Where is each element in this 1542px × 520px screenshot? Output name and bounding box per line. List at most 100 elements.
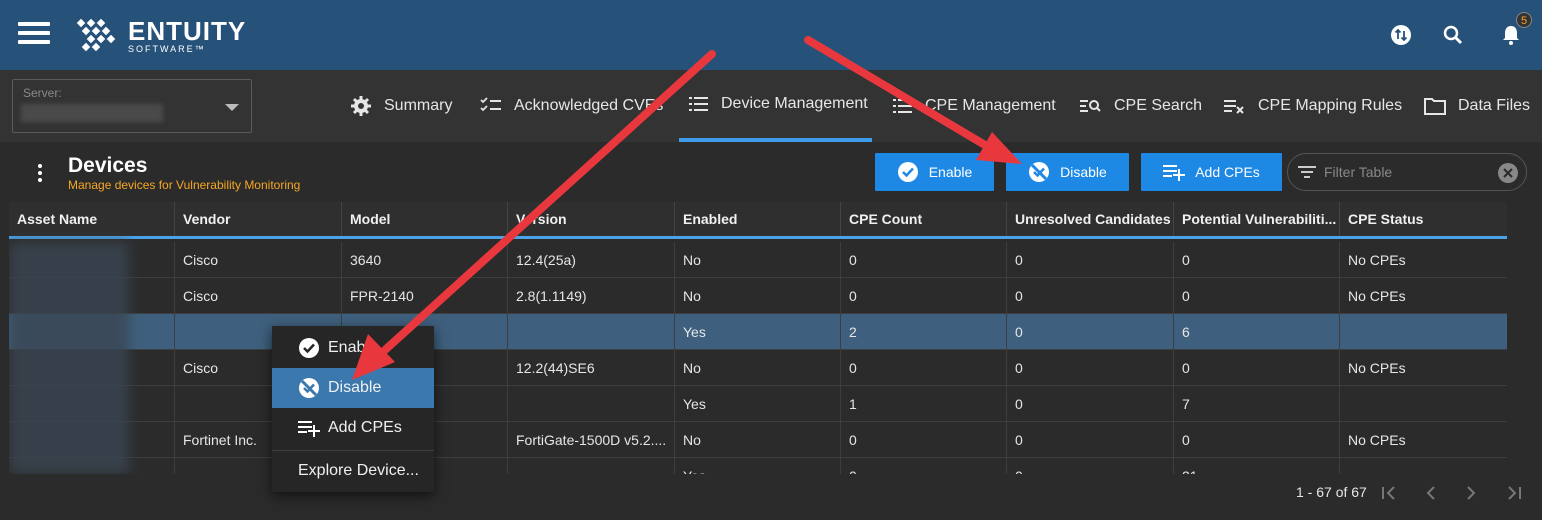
table-header: Asset Name Vendor Model Version Enabled … <box>9 202 1507 239</box>
table-cell: 7 <box>1174 386 1340 422</box>
table-row[interactable]: Fortinet Inc. FortiGate-1500D v5.2.... No 0… <box>9 422 1507 458</box>
filter-input[interactable] <box>1324 164 1494 180</box>
folder-icon <box>1424 98 1446 115</box>
tab-device-management[interactable]: Device Management <box>679 70 872 142</box>
page: ENTUITY SOFTWARE™ 5 Server: Summary Ackn… <box>0 0 1542 520</box>
chevron-down-icon <box>225 104 239 111</box>
next-page-icon[interactable] <box>1462 484 1480 502</box>
tab-cpe-mapping-rules[interactable]: CPE Mapping Rules <box>1224 70 1402 142</box>
table-cell: No CPEs <box>1348 252 1406 268</box>
list-icon <box>689 97 708 111</box>
disable-button[interactable]: Disable <box>1006 153 1129 191</box>
table-cell: 0 <box>841 350 1007 386</box>
column-header-model[interactable]: Model <box>342 202 508 236</box>
table-cell: 12.4(25a) <box>508 242 675 278</box>
tab-acknowledged-cves[interactable]: Acknowledged CVEs <box>480 70 663 142</box>
column-header-unresolved-candidates[interactable]: Unresolved Candidates <box>1007 202 1174 236</box>
more-vert-icon[interactable] <box>38 164 44 184</box>
table-cell: 0 <box>841 242 1007 278</box>
table-row[interactable]: Yes0021 <box>9 458 1507 474</box>
gear-icon <box>351 96 371 116</box>
tab-label: Data Files <box>1458 97 1531 114</box>
add-cpes-button[interactable]: Add CPEs <box>1141 153 1282 191</box>
table-row[interactable]: Cisco 3640 12.4(25a) No 0 0 0 No CPEs <box>9 242 1507 278</box>
table-cell <box>1340 458 1507 474</box>
list-search-icon <box>1080 100 1101 112</box>
table-cell: Cisco <box>175 278 342 314</box>
table-cell: 0 <box>1174 350 1340 386</box>
column-header-asset-name[interactable]: Asset Name <box>9 202 175 236</box>
tab-cpe-management[interactable]: CPE Management <box>893 70 1056 142</box>
pagination-status: 1 - 67 of 67 <box>1296 484 1367 500</box>
table-cell: Yes <box>675 386 841 422</box>
server-select[interactable]: Server: <box>12 79 252 133</box>
table-cell: No CPEs <box>1348 432 1406 448</box>
table-cell: 0 <box>1007 314 1174 350</box>
playlist-add-icon <box>1163 165 1186 181</box>
table-cell: 0 <box>841 458 1007 474</box>
search-icon[interactable] <box>1440 22 1466 48</box>
notification-badge: 5 <box>1516 12 1532 28</box>
table-cell: 0 <box>1174 242 1340 278</box>
table-row[interactable]: Yes 1 0 7 <box>9 386 1507 422</box>
table-cell: 12.2(44)SE6 <box>508 350 675 386</box>
table-cell: 0 <box>1007 386 1174 422</box>
table-row[interactable]: Cisco-EMI12.2(44)SE6No000No CPEs <box>9 350 1507 386</box>
enable-button[interactable]: Enable <box>875 153 994 191</box>
page-title: Devices <box>68 154 148 177</box>
disabled-circle-icon <box>299 378 319 398</box>
checklist-icon <box>480 97 501 112</box>
context-menu-explore-device[interactable]: Explore Device... <box>272 451 434 491</box>
top-bar: ENTUITY SOFTWARE™ 5 <box>0 0 1542 70</box>
table-cell: No CPEs <box>1348 360 1406 376</box>
logo[interactable]: ENTUITY SOFTWARE™ <box>72 14 246 58</box>
devices-table: Asset Name Vendor Model Version Enabled … <box>9 202 1507 474</box>
devices-panel: Devices Manage devices for Vulnerability… <box>0 142 1542 520</box>
panel-header: Devices Manage devices for Vulnerability… <box>0 142 1542 202</box>
table-row[interactable]: Yes 2 0 6 <box>9 314 1507 350</box>
column-header-cpe-count[interactable]: CPE Count <box>841 202 1007 236</box>
table-cell: No <box>675 422 841 458</box>
tab-label: CPE Mapping Rules <box>1258 97 1403 114</box>
column-header-version[interactable]: Version <box>508 202 675 236</box>
tab-label: CPE Search <box>1114 97 1203 114</box>
table-cell: 2 <box>841 314 1007 350</box>
table-cell: No <box>675 242 841 278</box>
entuity-logo-icon <box>76 18 116 52</box>
notification-bell-icon[interactable]: 5 <box>1498 12 1532 48</box>
table-cell: 3640 <box>342 242 508 278</box>
last-page-icon[interactable] <box>1505 484 1523 502</box>
context-menu-add-cpes[interactable]: Add CPEs <box>272 408 434 448</box>
table-cell <box>1340 386 1507 422</box>
hamburger-menu-icon[interactable] <box>18 22 50 44</box>
first-page-icon[interactable] <box>1380 484 1398 502</box>
table-cell: 0 <box>1007 278 1174 314</box>
brand-name: ENTUITY <box>128 16 247 46</box>
context-menu-disable[interactable]: Disable <box>272 368 434 408</box>
playlist-add-icon <box>298 421 320 437</box>
context-menu: Enable Disable Add CPEs Explore Device..… <box>272 326 434 492</box>
table-cell <box>508 386 675 422</box>
check-circle-icon <box>897 162 918 182</box>
column-header-vendor[interactable]: Vendor <box>175 202 342 236</box>
column-header-cpe-status[interactable]: CPE Status <box>1340 202 1507 236</box>
table-cell: Cisco <box>175 242 342 278</box>
table-cell: 0 <box>841 422 1007 458</box>
tab-label: Acknowledged CVEs <box>514 97 664 114</box>
table-cell: 0 <box>1007 242 1174 278</box>
table-row[interactable]: Cisco FPR-2140 2.8(1.1149) No 0 0 0 No CPEs <box>9 278 1507 314</box>
column-header-potential-vulnerabilities[interactable]: Potential Vulnerabiliti... <box>1174 202 1340 236</box>
swap-icon[interactable] <box>1388 22 1414 48</box>
table-cell: Yes <box>675 314 841 350</box>
clear-icon[interactable] <box>1498 163 1518 183</box>
table-cell: 0 <box>1007 350 1174 386</box>
tab-data-files[interactable]: Data Files <box>1424 70 1530 142</box>
column-header-enabled[interactable]: Enabled <box>675 202 841 236</box>
tab-summary[interactable]: Summary <box>350 70 452 142</box>
server-value-redacted <box>21 104 163 122</box>
server-label: Server: <box>23 86 62 100</box>
previous-page-icon[interactable] <box>1422 484 1440 502</box>
context-menu-enable[interactable]: Enable <box>272 328 434 368</box>
table-cell <box>508 314 675 350</box>
tab-cpe-search[interactable]: CPE Search <box>1080 70 1202 142</box>
